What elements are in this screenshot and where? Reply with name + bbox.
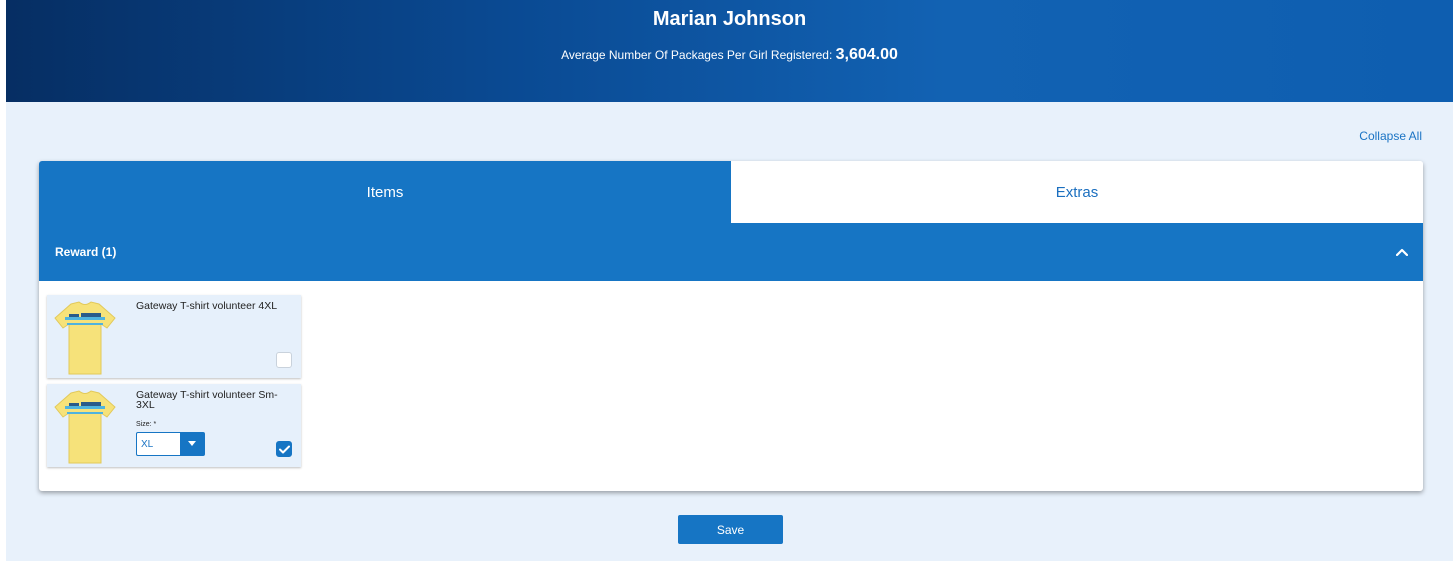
- tab-items[interactable]: Items: [39, 161, 731, 223]
- size-value: XL: [141, 439, 154, 450]
- chevron-up-icon[interactable]: [1395, 245, 1409, 259]
- save-button[interactable]: Save: [678, 515, 783, 544]
- section-title: Reward (1): [55, 245, 117, 259]
- size-select[interactable]: XL: [136, 432, 205, 456]
- reward-item: Gateway T-shirt volunteer Sm-3XL Size: *…: [47, 384, 301, 467]
- reward-section-header[interactable]: Reward (1): [39, 223, 1423, 281]
- item-name: Gateway T-shirt volunteer 4XL: [136, 300, 278, 312]
- page: Marian Johnson Average Number Of Package…: [6, 0, 1453, 561]
- caret-down-icon[interactable]: [180, 433, 204, 455]
- tshirt-image: [54, 301, 116, 375]
- average-packages-stat: Average Number Of Packages Per Girl Regi…: [6, 46, 1453, 64]
- item-select-checkbox[interactable]: [276, 441, 292, 457]
- check-icon: [278, 445, 290, 453]
- item-name: Gateway T-shirt volunteer Sm-3XL: [136, 389, 278, 411]
- size-label: Size: *: [136, 421, 157, 428]
- rewards-card: Items Extras Reward (1) Gateway T-shirt …: [39, 161, 1423, 491]
- tab-extras-label: Extras: [1055, 183, 1099, 201]
- item-select-checkbox[interactable]: [276, 352, 292, 368]
- profile-header: Marian Johnson Average Number Of Package…: [6, 0, 1453, 102]
- reward-item: Gateway T-shirt volunteer 4XL: [47, 295, 301, 378]
- collapse-all-link[interactable]: Collapse All: [1359, 129, 1422, 143]
- stat-value: 3,604.00: [835, 46, 898, 63]
- stat-label: Average Number Of Packages Per Girl Regi…: [561, 48, 833, 62]
- tab-bar: Items Extras: [39, 161, 1423, 223]
- tab-extras[interactable]: Extras: [731, 161, 1423, 223]
- member-name: Marian Johnson: [652, 8, 807, 30]
- tab-items-label: Items: [366, 183, 404, 201]
- tshirt-image: [54, 390, 116, 464]
